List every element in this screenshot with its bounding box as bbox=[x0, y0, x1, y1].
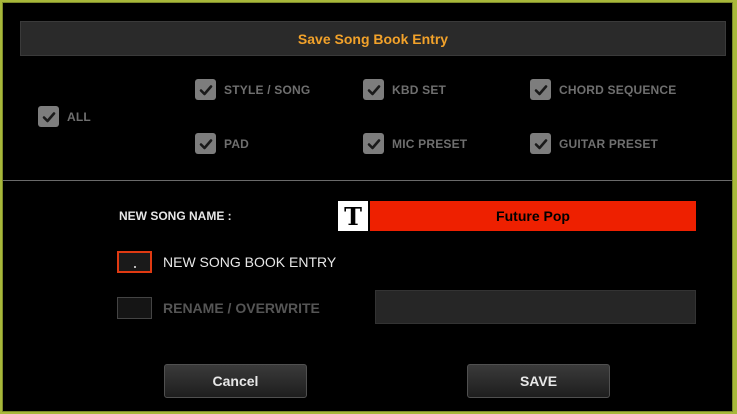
checkmark-icon bbox=[363, 79, 384, 100]
checkbox-guitar-preset-label: GUITAR PRESET bbox=[559, 136, 659, 151]
checkbox-chord-sequence[interactable]: CHORD SEQUENCE bbox=[530, 79, 676, 100]
checkbox-style-song-label: STYLE / SONG bbox=[224, 82, 311, 97]
checkbox-all[interactable]: ALL bbox=[38, 106, 91, 127]
checkmark-icon bbox=[363, 133, 384, 154]
checkmark-icon bbox=[38, 106, 59, 127]
option-new-entry-label: NEW SONG BOOK ENTRY bbox=[163, 254, 337, 270]
checkmark-icon bbox=[195, 79, 216, 100]
text-edit-icon[interactable]: T bbox=[338, 201, 368, 231]
checkmark-icon bbox=[195, 133, 216, 154]
checkbox-guitar-preset[interactable]: GUITAR PRESET bbox=[530, 133, 658, 154]
new-song-name-label: NEW SONG NAME : bbox=[119, 209, 232, 223]
checkbox-kbd-set-label: KBD SET bbox=[392, 82, 447, 97]
option-rename-overwrite[interactable]: RENAME / OVERWRITE bbox=[117, 297, 320, 319]
checkbox-pad[interactable]: PAD bbox=[195, 133, 249, 154]
checkbox-mic-preset-label: MIC PRESET bbox=[392, 136, 468, 151]
checkbox-all-label: ALL bbox=[67, 109, 91, 124]
checkbox-chord-sequence-label: CHORD SEQUENCE bbox=[559, 82, 677, 97]
save-song-book-entry-dialog: Save Song Book Entry ALL STYLE / SONG KB… bbox=[2, 2, 733, 412]
checkbox-pad-label: PAD bbox=[224, 136, 250, 151]
section-divider bbox=[3, 180, 732, 181]
checkbox-style-song[interactable]: STYLE / SONG bbox=[195, 79, 310, 100]
checkmark-icon bbox=[530, 133, 551, 154]
dialog-title: Save Song Book Entry bbox=[20, 21, 726, 56]
save-button[interactable]: SAVE bbox=[467, 364, 610, 398]
radio-unselected-indicator[interactable] bbox=[117, 297, 152, 319]
option-new-song-book-entry[interactable]: NEW SONG BOOK ENTRY bbox=[117, 251, 336, 273]
checkmark-icon bbox=[530, 79, 551, 100]
checkbox-mic-preset[interactable]: MIC PRESET bbox=[363, 133, 467, 154]
option-rename-label: RENAME / OVERWRITE bbox=[163, 300, 320, 316]
radio-selected-indicator[interactable] bbox=[117, 251, 152, 273]
rename-field[interactable] bbox=[375, 290, 696, 324]
song-name-field[interactable]: Future Pop bbox=[370, 201, 696, 231]
checkbox-kbd-set[interactable]: KBD SET bbox=[363, 79, 446, 100]
cancel-button[interactable]: Cancel bbox=[164, 364, 307, 398]
